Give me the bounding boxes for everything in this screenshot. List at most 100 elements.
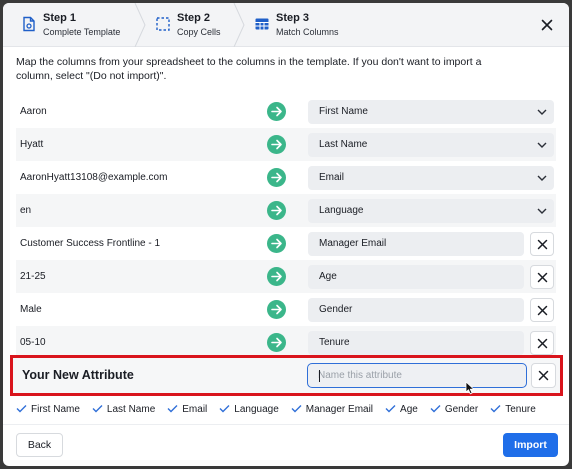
new-attribute-row: Your New Attribute (10, 355, 563, 396)
mapped-column-label: Email (182, 404, 208, 415)
dashed-select-icon (156, 17, 170, 31)
close-icon (537, 338, 548, 349)
arrow-right-icon (267, 333, 286, 352)
mapping-row: Aaron First Name (16, 95, 556, 128)
target-column-label: Email (319, 172, 345, 183)
chevron-down-icon (537, 142, 547, 148)
mapped-column-chip: Age (385, 404, 418, 415)
text-caret (319, 370, 320, 382)
target-column-label: Manager Email (319, 238, 387, 249)
mapping-row: Male Gender (16, 293, 556, 326)
mapped-column-chip: First Name (16, 404, 80, 415)
mapped-column-label: Language (234, 404, 279, 415)
target-column-select[interactable]: First Name (308, 100, 554, 124)
check-icon (490, 405, 501, 413)
check-icon (219, 405, 230, 413)
mapped-column-label: Manager Email (305, 404, 374, 415)
target-column-field[interactable]: Tenure (308, 331, 524, 355)
step-1-subtitle: Complete Template (43, 27, 121, 37)
new-attribute-label: Your New Attribute (22, 368, 134, 382)
mapped-column-chip: Last Name (92, 404, 155, 415)
document-gear-icon (23, 16, 35, 32)
step-separator-icon (134, 3, 146, 47)
footer-divider (3, 424, 569, 425)
target-column-label: Language (319, 205, 364, 216)
step-3-subtitle: Match Columns (276, 27, 339, 37)
target-column-select[interactable]: Email (308, 166, 554, 190)
check-icon (291, 405, 302, 413)
target-column-field[interactable]: Manager Email (308, 232, 524, 256)
wizard-header: Step 1 Complete Template Step 2 Copy Cel… (3, 3, 569, 47)
mapped-columns-summary: First Name Last Name Email Language Manager … (16, 404, 536, 418)
remove-new-attribute-button[interactable] (531, 363, 556, 388)
remove-mapping-button[interactable] (530, 331, 554, 355)
mapping-row: 21-25 Age (16, 260, 556, 293)
mapped-column-label: First Name (31, 404, 80, 415)
source-value: Hyatt (20, 139, 44, 150)
check-icon (385, 405, 396, 413)
source-value: AaronHyatt13108@example.com (20, 172, 168, 183)
chevron-down-icon (537, 175, 547, 181)
mapped-column-label: Last Name (106, 404, 156, 415)
match-columns-dialog: Step 1 Complete Template Step 2 Copy Cel… (3, 3, 569, 466)
mapping-row: AaronHyatt13108@example.com Email (16, 161, 556, 194)
remove-mapping-button[interactable] (530, 298, 554, 322)
arrow-right-icon (267, 135, 286, 154)
mapped-column-label: Tenure (505, 404, 536, 415)
source-value: Male (20, 304, 42, 315)
mapped-column-label: Gender (444, 404, 479, 415)
mapping-row: Hyatt Last Name (16, 128, 556, 161)
mapped-column-chip: Email (167, 404, 207, 415)
chevron-down-icon (537, 208, 547, 214)
mapping-row: en Language (16, 194, 556, 227)
target-column-label: Tenure (319, 337, 350, 348)
instructions-text: Map the columns from your spreadsheet to… (16, 56, 482, 82)
step-3-title: Step 3 (276, 12, 310, 24)
source-value: en (20, 205, 32, 216)
chevron-down-icon (537, 109, 547, 115)
target-column-select[interactable]: Language (308, 199, 554, 223)
source-value: Aaron (20, 106, 47, 117)
step-separator-icon (233, 3, 245, 47)
arrow-right-icon (267, 234, 286, 253)
target-column-field[interactable]: Age (308, 265, 524, 289)
remove-mapping-button[interactable] (530, 265, 554, 289)
close-icon (537, 305, 548, 316)
import-button[interactable]: Import (503, 433, 558, 457)
step-2-title: Step 2 (177, 12, 211, 24)
table-icon (255, 18, 269, 30)
arrow-right-icon (267, 300, 286, 319)
target-column-label: Last Name (319, 139, 368, 150)
mouse-cursor-icon (465, 381, 475, 395)
mapped-column-chip: Gender (430, 404, 478, 415)
remove-mapping-button[interactable] (530, 232, 554, 256)
close-icon (538, 370, 549, 381)
step-2-subtitle: Copy Cells (177, 27, 221, 37)
step-1-title: Step 1 (43, 12, 77, 24)
target-column-label: Age (319, 271, 337, 282)
attribute-name-input[interactable] (307, 363, 527, 388)
mapped-column-chip: Manager Email (291, 404, 373, 415)
check-icon (167, 405, 178, 413)
close-icon[interactable] (539, 17, 555, 33)
arrow-right-icon (267, 168, 286, 187)
target-column-label: First Name (319, 106, 368, 117)
mapped-column-label: Age (400, 404, 418, 415)
mapped-column-chip: Tenure (490, 404, 536, 415)
close-icon (537, 239, 548, 250)
mapped-column-chip: Language (219, 404, 279, 415)
target-column-label: Gender (319, 304, 353, 315)
arrow-right-icon (267, 201, 286, 220)
target-column-field[interactable]: Gender (308, 298, 524, 322)
arrow-right-icon (267, 102, 286, 121)
arrow-right-icon (267, 267, 286, 286)
mapping-row: Customer Success Frontline - 1 Manager E… (16, 227, 556, 260)
target-column-select[interactable]: Last Name (308, 133, 554, 157)
back-button[interactable]: Back (16, 433, 63, 457)
source-value: Customer Success Frontline - 1 (20, 238, 161, 249)
close-icon (537, 272, 548, 283)
source-value: 21-25 (20, 271, 46, 282)
check-icon (92, 405, 103, 413)
check-icon (430, 405, 441, 413)
check-icon (16, 405, 27, 413)
